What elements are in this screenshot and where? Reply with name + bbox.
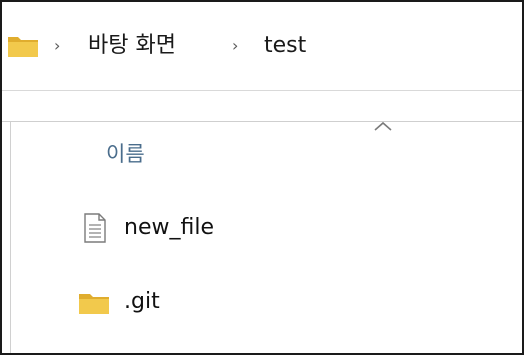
breadcrumb-separator[interactable]: › <box>54 36 60 56</box>
file-name: new_file <box>124 215 214 240</box>
breadcrumb-item-test[interactable]: test <box>264 32 306 60</box>
chevron-up-icon[interactable] <box>372 118 394 132</box>
toolbar-strip <box>2 91 522 121</box>
file-name: .git <box>124 289 160 314</box>
address-bar[interactable]: › 바탕 화면 › test <box>2 2 522 91</box>
list-item[interactable]: new_file <box>62 206 502 250</box>
explorer-window: › 바탕 화면 › test 이름 new_file .git <box>0 0 524 355</box>
divider <box>10 122 11 353</box>
breadcrumb-separator[interactable]: › <box>232 36 238 56</box>
folder-icon <box>8 33 38 59</box>
breadcrumb-item-desktop[interactable]: 바탕 화면 <box>88 32 176 60</box>
list-item[interactable]: .git <box>62 280 502 324</box>
folder-icon <box>78 286 110 318</box>
text-file-icon <box>78 212 110 244</box>
column-header-name[interactable]: 이름 <box>106 140 145 168</box>
